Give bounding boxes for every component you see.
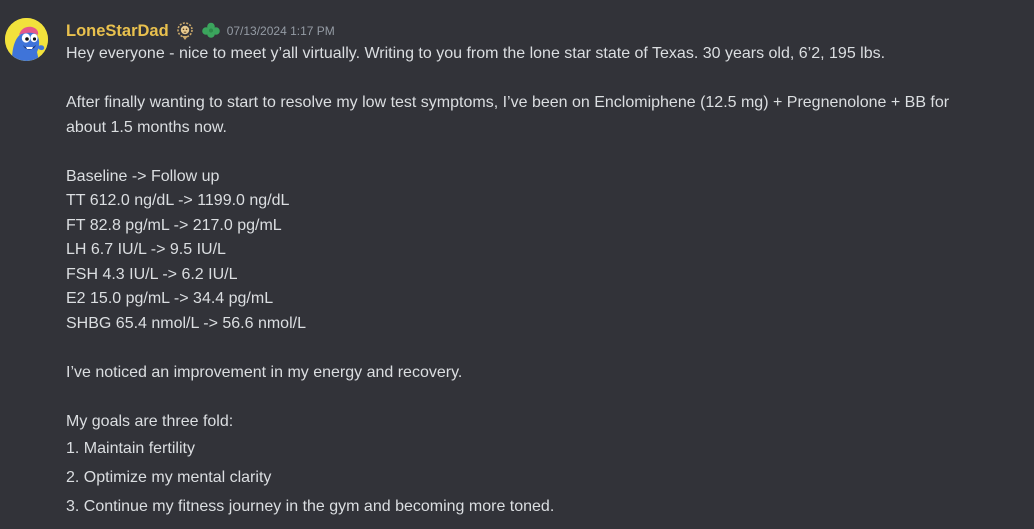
goals-header: My goals are three fold: (66, 412, 234, 430)
lab-result-shbg: SHBG 65.4 nmol/L -> 56.6 nmol/L (66, 314, 306, 332)
lab-result-ft: FT 82.8 pg/mL -> 217.0 pg/mL (66, 216, 282, 234)
message-header: LoneStarDad 07/13/2024 1:17 PM (66, 19, 335, 43)
labs-header: Baseline -> Follow up (66, 167, 220, 185)
message-body: Hey everyone - nice to meet y’all virtua… (66, 42, 1021, 521)
treatment-text-line-1: After finally wanting to start to resolv… (66, 94, 950, 111)
message-timestamp[interactable]: 07/13/2024 1:17 PM (227, 19, 335, 43)
lab-result-e2: E2 15.0 pg/mL -> 34.4 pg/mL (66, 290, 274, 307)
chat-message: LoneStarDad 07/13/2024 1:17 PM Hey every… (0, 0, 1034, 529)
username[interactable]: LoneStarDad (66, 19, 169, 43)
goal-item: 3. Continue my fitness journey in the gy… (66, 498, 555, 515)
lion-badge-icon[interactable] (175, 21, 195, 41)
avatar[interactable] (5, 18, 48, 61)
intro-text: Hey everyone - nice to meet y’all virtua… (66, 45, 886, 62)
improvement-text: I’ve noticed an improvement in my energy… (66, 363, 463, 381)
clover-badge-icon[interactable] (201, 21, 221, 41)
treatment-text-line-2: about 1.5 months now. (66, 118, 227, 136)
goal-item: 2. Optimize my mental clarity (66, 469, 272, 486)
goal-item: 1. Maintain fertility (66, 440, 195, 457)
avatar-character-icon (5, 18, 48, 61)
lab-result-fsh: FSH 4.3 IU/L -> 6.2 IU/L (66, 265, 238, 283)
lab-result-lh: LH 6.7 IU/L -> 9.5 IU/L (66, 241, 226, 258)
lab-result-tt: TT 612.0 ng/dL -> 1199.0 ng/dL (66, 192, 290, 209)
